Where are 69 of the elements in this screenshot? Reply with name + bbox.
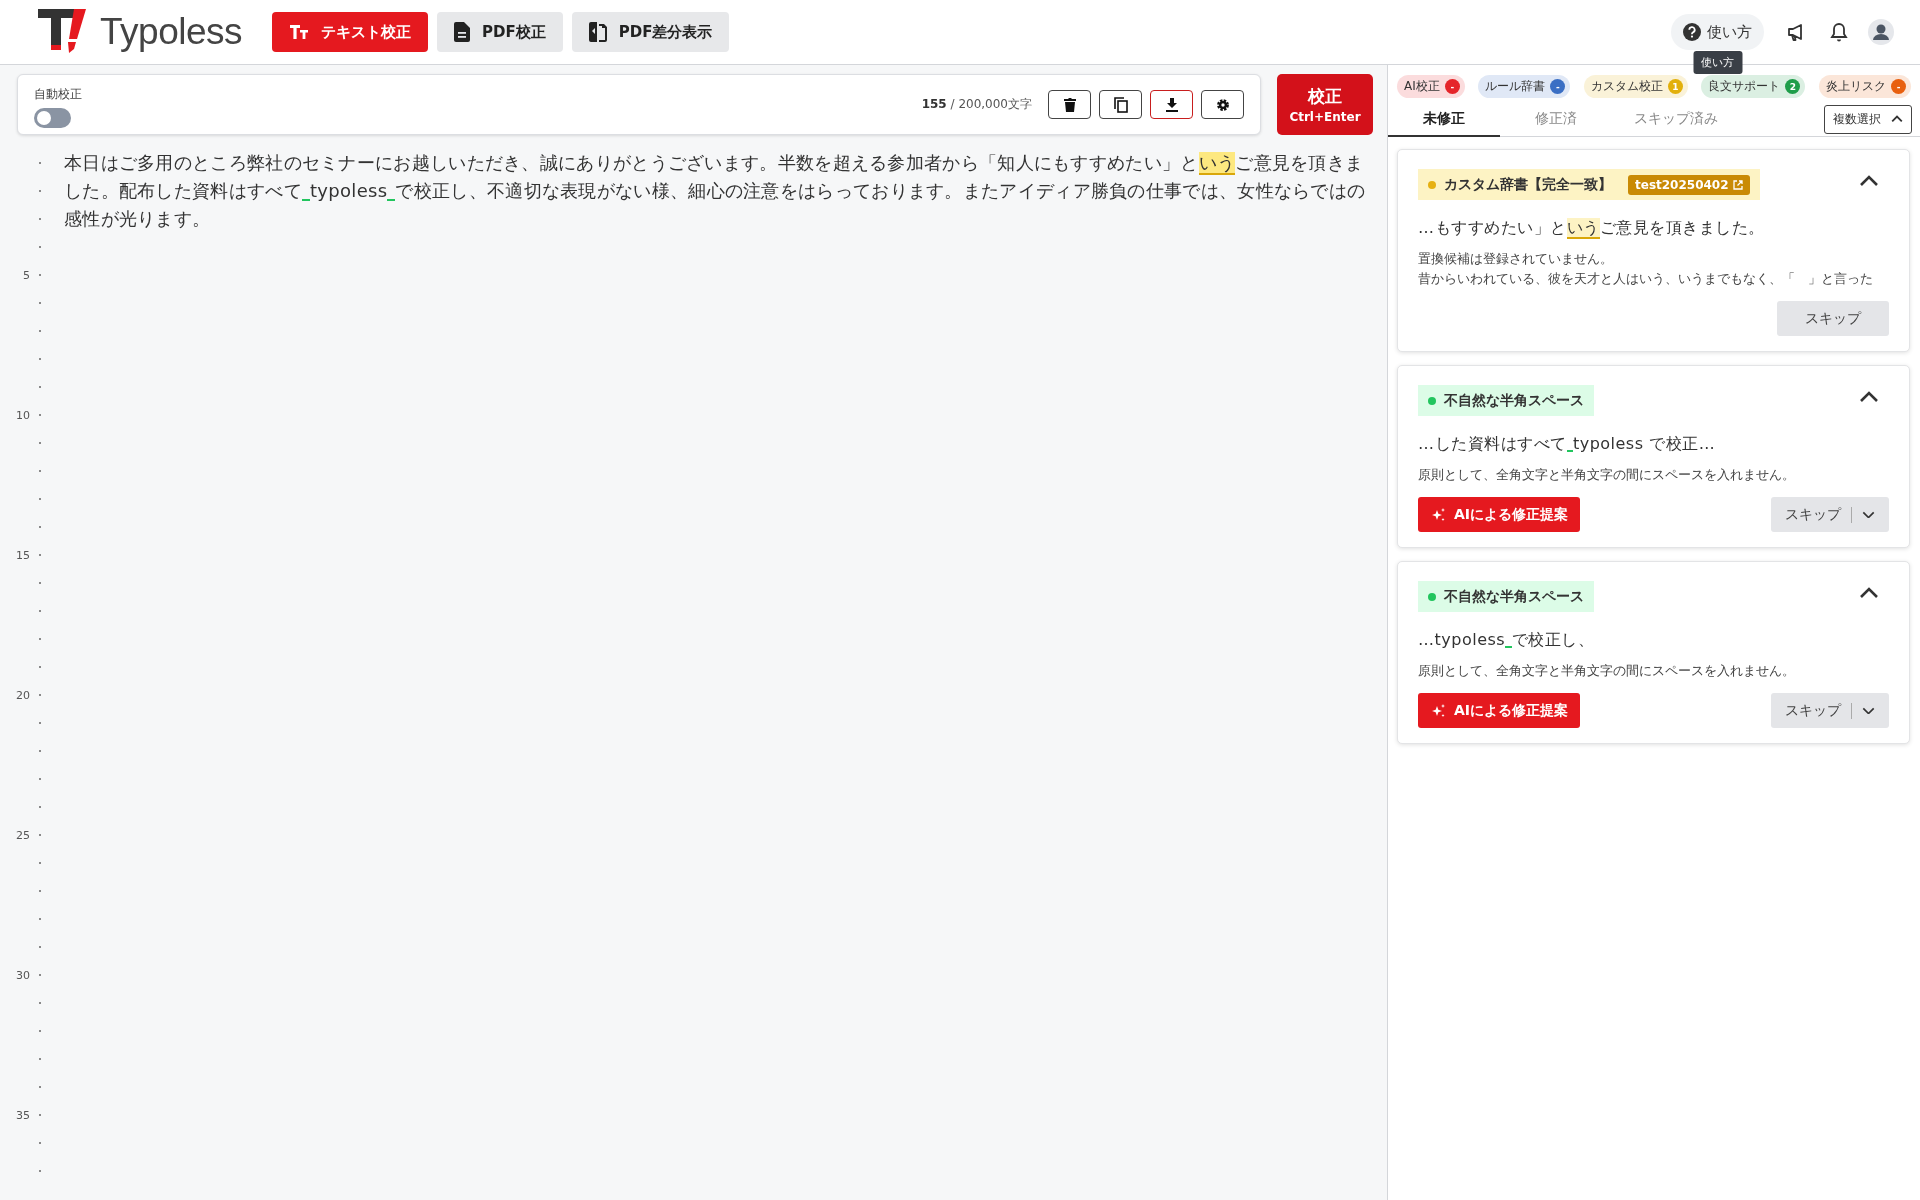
filter-chip[interactable]: AI校正 - [1397, 75, 1465, 98]
auto-correct-label: 自動校正 [34, 85, 82, 103]
excerpt-text: …した資料はすべて typoless で校正… [1418, 434, 1717, 455]
download-button[interactable] [1150, 90, 1193, 119]
chevron-up-icon [1891, 115, 1903, 123]
chevron-up-icon [1859, 391, 1879, 403]
text-size-icon [289, 23, 309, 41]
chevron-up-icon [1859, 587, 1879, 599]
document-icon [454, 22, 470, 42]
delete-button[interactable] [1048, 90, 1091, 119]
filter-chip[interactable]: 良文サポート 2 [1701, 75, 1806, 98]
issue-message: 原則として、全角文字と半角文字の間にスペースを入れません。 [1418, 662, 1796, 680]
line-number: 25 [16, 828, 30, 842]
line-number: 15 [16, 548, 30, 562]
tab[interactable]: 未修正 [1388, 103, 1500, 137]
line-number: 30 [16, 968, 30, 982]
compare-icon [588, 22, 607, 42]
tooltip: 使い方 [1693, 51, 1742, 74]
nav-tab[interactable]: PDF校正 [437, 12, 563, 52]
issue-message: 置換候補は登録されていません。 [1418, 250, 1614, 268]
chevron-down-icon [1862, 706, 1875, 715]
issue-message: 原則として、全角文字と半角文字の間にスペースを入れません。 [1418, 466, 1796, 484]
category-label: 不自然な半角スペース [1418, 581, 1594, 612]
line-number: 35 [16, 1108, 30, 1122]
count-badge: - [1550, 79, 1566, 94]
filter-chip[interactable]: ルール辞書 - [1478, 75, 1571, 98]
filter-chip[interactable]: カスタム校正 1 [1583, 75, 1688, 98]
ai-suggestion-button[interactable]: AIによる修正提案 [1418, 693, 1581, 728]
count-badge: - [1891, 79, 1906, 94]
excerpt-text: …typoless で校正し、 [1418, 630, 1596, 651]
avatar-icon[interactable] [1868, 19, 1894, 45]
brand-name: Typoless [100, 11, 242, 53]
settings-button[interactable] [1201, 90, 1244, 119]
download-icon [1165, 97, 1178, 112]
count-badge: 2 [1785, 79, 1801, 94]
toggle-switch[interactable] [34, 107, 71, 128]
nav-tab[interactable]: PDF差分表示 [571, 12, 730, 52]
count-badge: 1 [1667, 79, 1683, 94]
line-number: 5 [23, 268, 30, 282]
character-count: 155 / 200,000文字 [921, 96, 1032, 113]
sparkle-icon [1432, 703, 1446, 718]
excerpt-text: …もすすめたい」と いう ご意見を頂きました。 [1418, 218, 1766, 239]
tab[interactable]: スキップ済み [1612, 103, 1740, 137]
help-icon [1683, 23, 1701, 41]
sparkle-icon [1432, 507, 1446, 522]
category-label: 不自然な半角スペース [1418, 385, 1594, 416]
proofread-button[interactable]: 校正 Ctrl+Enter [1277, 74, 1373, 135]
external-link-icon [1732, 179, 1743, 190]
line-number: 10 [16, 408, 30, 422]
bell-icon [1830, 22, 1848, 42]
tab[interactable]: 修正済 [1500, 103, 1612, 137]
category-label: カスタム辞書【完全一致】 test20250402 [1418, 169, 1760, 200]
copy-icon [1113, 96, 1128, 113]
settings-icon [1215, 97, 1230, 112]
issue-message: 昔からいわれている、彼を天才と人はいう、いうまでもなく、「 」と言った [1418, 270, 1874, 288]
chevron-down-icon [1862, 510, 1875, 519]
editor-text[interactable]: 本日はご多用のところ弊社のセミナーにお越しいただき、誠にありがとうございます。半数を超える参加者から「知人にもすすめたい」と いう ご意見を頂きました。配布した資料はすべて typoless で校正し、不適切な表現がない様、細心の注意をはらっております。またアイディア勝負の仕事では、女性ならではの感性が光ります。 [50, 149, 1387, 1200]
copy-button[interactable] [1099, 90, 1142, 119]
skip-button[interactable]: スキップ [1771, 693, 1889, 728]
chevron-up-icon [1859, 175, 1879, 187]
count-badge: - [1444, 79, 1460, 94]
trash-icon [1063, 97, 1076, 112]
nav-tab[interactable]: テキスト校正 [272, 12, 428, 52]
skip-button[interactable]: スキップ [1777, 301, 1889, 336]
filter-chip[interactable]: 炎上リスク - [1819, 75, 1911, 98]
skip-button[interactable]: スキップ [1771, 497, 1889, 532]
ai-suggestion-button[interactable]: AIによる修正提案 [1418, 497, 1581, 532]
line-number: 20 [16, 688, 30, 702]
multi-select-button[interactable]: 複数選択 [1824, 104, 1912, 134]
